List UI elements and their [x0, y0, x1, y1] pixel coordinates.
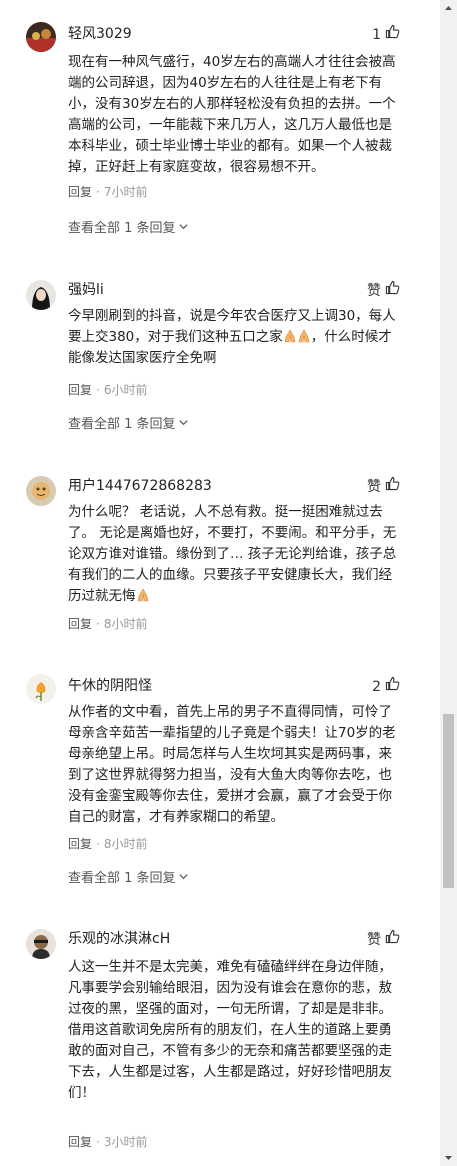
- like-button[interactable]: 赞: [367, 280, 400, 301]
- username[interactable]: 午休的阴阳怪: [68, 676, 152, 696]
- expand-replies-label: 查看全部 1 条回复: [68, 417, 176, 432]
- comment-item: 轻风3029 1 现在有一种风气盛行，40岁左右的高端人才往往会被高端的公司辞退…: [0, 0, 426, 260]
- like-button[interactable]: 2: [372, 676, 400, 697]
- like-label: 赞: [367, 931, 381, 948]
- comment-text: 从作者的文中看，首先上吊的男子不直得同情，可怜了母亲含辛茹苦一辈指望的儿子竟是个…: [68, 704, 396, 825]
- comment-text: 人这一生并不是太完美，难免有磕磕绊绊在身边伴随，凡事要学会别输给眼泪，因为没有谁…: [68, 959, 392, 1101]
- expand-replies-label: 查看全部 1 条回复: [68, 221, 176, 236]
- like-button[interactable]: 1: [372, 24, 400, 45]
- comment-meta: 回复 · 6小时前: [68, 383, 148, 397]
- username[interactable]: 强妈li: [68, 280, 104, 300]
- like-count: 2: [372, 678, 381, 695]
- timestamp: 8小时前: [103, 617, 148, 631]
- timestamp: 8小时前: [103, 837, 148, 851]
- thumbs-up-icon: [385, 24, 400, 45]
- pray-emoji: [298, 329, 310, 343]
- thumbs-up-icon: [385, 676, 400, 697]
- scrollbar-thumb[interactable]: [443, 714, 454, 888]
- timestamp: 3小时前: [103, 1135, 148, 1149]
- expand-replies-button[interactable]: 查看全部 1 条回复: [68, 870, 189, 888]
- vertical-scrollbar[interactable]: [440, 0, 457, 1166]
- reply-button[interactable]: 回复: [68, 617, 92, 631]
- like-label: 赞: [367, 282, 381, 299]
- pray-emoji: [284, 329, 296, 343]
- comment-meta: 回复 · 8小时前: [68, 617, 148, 631]
- reply-button[interactable]: 回复: [68, 383, 92, 397]
- comment-text: 现在有一种风气盛行，40岁左右的高端人才往往会被高端的公司辞退，因为40岁左右的…: [68, 54, 396, 175]
- timestamp: 7小时前: [103, 185, 148, 199]
- like-count: 1: [372, 26, 381, 43]
- comment-text: 今早刚刷到的抖音，说是今年农合医疗又上调30，每人要上交380，对于我们这种五口…: [68, 308, 396, 366]
- comment-item: 乐观的冰淇淋cH 赞 人这一生并不是太完美，难免有磕磕绊绊在身边伴随，凡事要学会…: [0, 915, 426, 1166]
- comment-meta: 回复 · 3小时前: [68, 1135, 148, 1149]
- comment-item: 午休的阴阳怪 2 从作者的文中看，首先上吊的男子不直得同情，可怜了母亲含辛茹苦一…: [0, 660, 426, 915]
- pray-emoji: [137, 588, 148, 602]
- scroll-down-arrow[interactable]: [444, 1153, 453, 1162]
- chevron-down-icon: [178, 870, 189, 888]
- expand-replies-label: 查看全部 1 条回复: [68, 871, 176, 886]
- like-button[interactable]: 赞: [367, 476, 400, 497]
- username[interactable]: 乐观的冰淇淋cH: [68, 929, 170, 949]
- reply-button[interactable]: 回复: [68, 1135, 92, 1149]
- reply-button[interactable]: 回复: [68, 185, 92, 199]
- thumbs-up-icon: [385, 476, 400, 497]
- username[interactable]: 轻风3029: [68, 24, 132, 44]
- like-button[interactable]: 赞: [367, 929, 400, 950]
- comment-item: 强妈li 赞 今早刚刷到的抖音，说是今年农合医疗又上调30，每人要上交380，对…: [0, 260, 426, 460]
- scroll-up-arrow[interactable]: [444, 4, 453, 13]
- thumbs-up-icon: [385, 929, 400, 950]
- comment-item: 用户1447672868283 赞 为什么呢？ 老话说，人不总有救。挺一挺困难就…: [0, 460, 426, 660]
- avatar[interactable]: [26, 929, 56, 959]
- expand-replies-button[interactable]: 查看全部 1 条回复: [68, 220, 189, 238]
- avatar[interactable]: [26, 280, 56, 310]
- chevron-down-icon: [178, 416, 189, 434]
- thumbs-up-icon: [385, 280, 400, 301]
- reply-button[interactable]: 回复: [68, 837, 92, 851]
- like-label: 赞: [367, 478, 381, 495]
- comment-text: 为什么呢？ 老话说，人不总有救。挺一挺困难就过去了。 无论是离婚也好，不要打，不…: [68, 504, 397, 604]
- avatar[interactable]: [26, 476, 56, 506]
- expand-replies-button[interactable]: 查看全部 1 条回复: [68, 416, 189, 434]
- chevron-down-icon: [178, 220, 189, 238]
- username[interactable]: 用户1447672868283: [68, 476, 212, 496]
- avatar[interactable]: [26, 674, 56, 704]
- timestamp: 6小时前: [103, 383, 148, 397]
- avatar[interactable]: [26, 22, 56, 52]
- comment-meta: 回复 · 7小时前: [68, 185, 148, 199]
- comment-meta: 回复 · 8小时前: [68, 837, 148, 851]
